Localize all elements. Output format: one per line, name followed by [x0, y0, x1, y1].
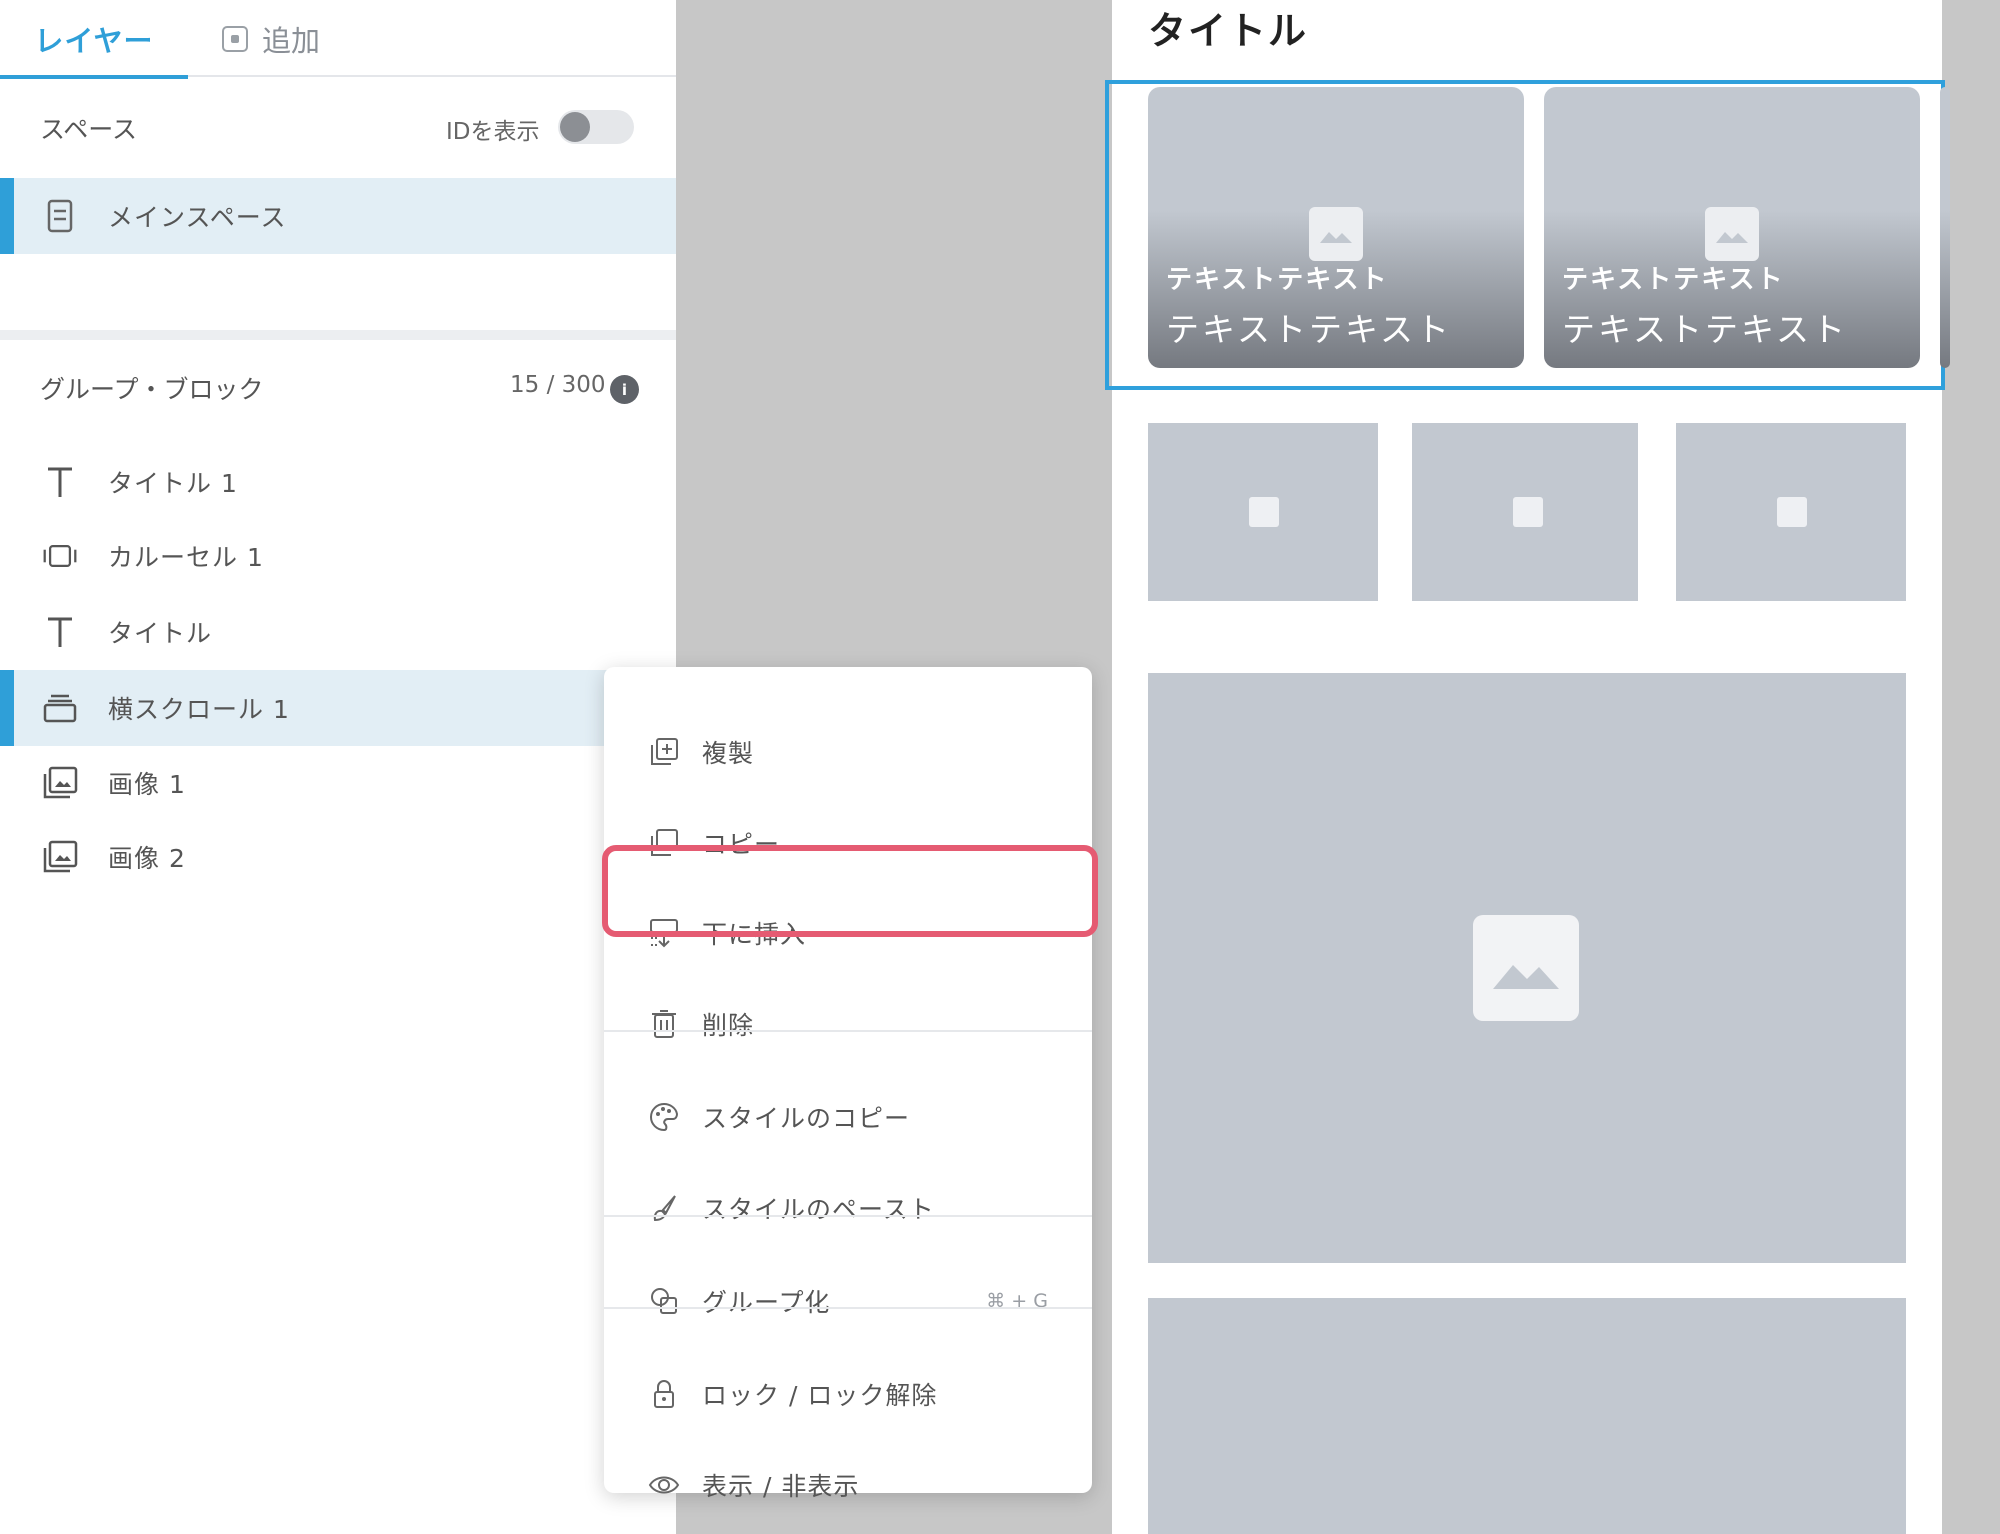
eye-icon — [648, 1469, 680, 1501]
preview-canvas: タイトル テキストテキスト テキストテキスト テキストテキスト テキストテキスト — [1105, 0, 1950, 1534]
text-icon — [42, 464, 78, 500]
context-menu: 複製 コピー 下に挿入 削除 スタイルのコピー スタイルのペースト グループ化 … — [604, 667, 1092, 1501]
menu-item-label: スタイルのペースト — [702, 1195, 935, 1224]
palette-icon — [648, 1101, 680, 1133]
layer-label: 画像 1 — [108, 770, 186, 799]
active-tab-indicator — [0, 75, 188, 79]
image-placeholder-icon — [1513, 497, 1543, 527]
menu-item-group[interactable]: グループ化 ⌘ + G — [604, 1261, 1092, 1341]
layer-row-title-1[interactable]: タイトル 1 — [0, 444, 676, 520]
tab-layers-label: レイヤー — [34, 23, 154, 58]
highlight-frame — [602, 845, 1098, 937]
image-stack-icon — [42, 765, 78, 801]
section-divider — [0, 330, 676, 340]
image-placeholder-icon — [1777, 497, 1807, 527]
image-placeholder-icon — [1249, 497, 1279, 527]
carousel-thumb[interactable] — [1676, 423, 1906, 601]
toggle-knob — [560, 112, 590, 142]
scroll-card[interactable]: テキストテキスト テキストテキスト — [1544, 87, 1920, 368]
menu-item-lock[interactable]: ロック / ロック解除 — [604, 1354, 1092, 1434]
space-section-label: スペース — [40, 115, 138, 144]
image-stack-icon — [42, 839, 78, 875]
group-icon — [648, 1285, 680, 1317]
show-id-toggle[interactable] — [558, 110, 634, 144]
menu-item-duplicate[interactable]: 複製 — [604, 712, 1092, 792]
card-text-bold: テキストテキスト — [1562, 265, 1785, 295]
show-id-label: IDを表示 — [446, 119, 540, 145]
layer-label: タイトル 1 — [108, 469, 238, 498]
layer-row-main-space[interactable]: メインスペース — [0, 178, 676, 254]
menu-item-visibility[interactable]: 表示 / 非表示 — [604, 1445, 1092, 1525]
menu-item-delete[interactable]: 削除 — [604, 984, 1092, 1064]
brush-icon — [648, 1192, 680, 1224]
layer-label: 横スクロール 1 — [108, 695, 290, 724]
lock-icon — [648, 1378, 680, 1410]
layer-row-image-2[interactable]: 画像 2 — [0, 819, 676, 895]
menu-item-label: 複製 — [702, 739, 755, 768]
info-icon[interactable]: i — [610, 375, 639, 404]
main-space-label: メインスペース — [108, 203, 287, 232]
layer-label: 画像 2 — [108, 844, 186, 873]
preview-title[interactable]: タイトル — [1148, 0, 1308, 55]
menu-separator — [604, 1030, 1092, 1032]
tab-add[interactable]: 追加 — [222, 0, 320, 77]
horizontal-scroll-icon — [42, 690, 78, 726]
menu-item-label: ロック / ロック解除 — [702, 1381, 938, 1410]
menu-item-label: 表示 / 非表示 — [702, 1472, 860, 1501]
selection-bar — [0, 670, 14, 746]
block-count: 15 / 300 — [510, 372, 606, 398]
tab-add-label: 追加 — [262, 23, 321, 58]
carousel-icon — [42, 538, 78, 574]
card-text-bold: テキストテキスト — [1166, 265, 1389, 295]
carousel-thumb[interactable] — [1148, 423, 1378, 601]
layer-row-horizontal-scroll-1[interactable]: 横スクロール 1 — [0, 670, 676, 746]
card-text: テキストテキスト — [1166, 310, 1453, 349]
menu-separator — [604, 1215, 1092, 1217]
image-placeholder-icon — [1705, 207, 1759, 261]
selection-bar — [0, 178, 14, 254]
card-text: テキストテキスト — [1562, 310, 1849, 349]
menu-item-label: スタイルのコピー — [702, 1104, 911, 1133]
scroll-card[interactable]: テキストテキスト テキストテキスト — [1148, 87, 1524, 368]
menu-separator — [604, 1307, 1092, 1309]
menu-item-label: グループ化 — [702, 1288, 831, 1317]
add-block-icon — [222, 25, 248, 52]
scroll-card-partial — [1940, 87, 1950, 368]
menu-item-label: 削除 — [702, 1011, 755, 1040]
layer-row-carousel-1[interactable]: カルーセル 1 — [0, 518, 676, 594]
image-placeholder-icon — [1473, 915, 1579, 1021]
tab-layers[interactable]: レイヤー — [0, 0, 188, 79]
image-block-1[interactable] — [1148, 673, 1906, 1263]
menu-item-copy-style[interactable]: スタイルのコピー — [604, 1077, 1092, 1157]
duplicate-icon — [648, 736, 680, 768]
layers-panel: レイヤー 追加 スペース IDを表示 メインスペース グループ・ブロック 15 … — [0, 0, 676, 1534]
page-icon — [42, 198, 78, 234]
group-section-label: グループ・ブロック — [40, 375, 264, 404]
trash-icon — [648, 1008, 680, 1040]
layer-label: カルーセル 1 — [108, 543, 264, 572]
image-placeholder-icon — [1309, 207, 1363, 261]
layer-label: タイトル — [108, 619, 213, 648]
carousel-thumb[interactable] — [1412, 423, 1638, 601]
text-icon — [42, 614, 78, 650]
image-block-2[interactable] — [1148, 1298, 1906, 1534]
panel-tabs: レイヤー 追加 — [0, 0, 676, 79]
menu-item-paste-style[interactable]: スタイルのペースト — [604, 1168, 1092, 1248]
layer-row-image-1[interactable]: 画像 1 — [0, 745, 676, 821]
layer-row-title[interactable]: タイトル — [0, 594, 676, 670]
